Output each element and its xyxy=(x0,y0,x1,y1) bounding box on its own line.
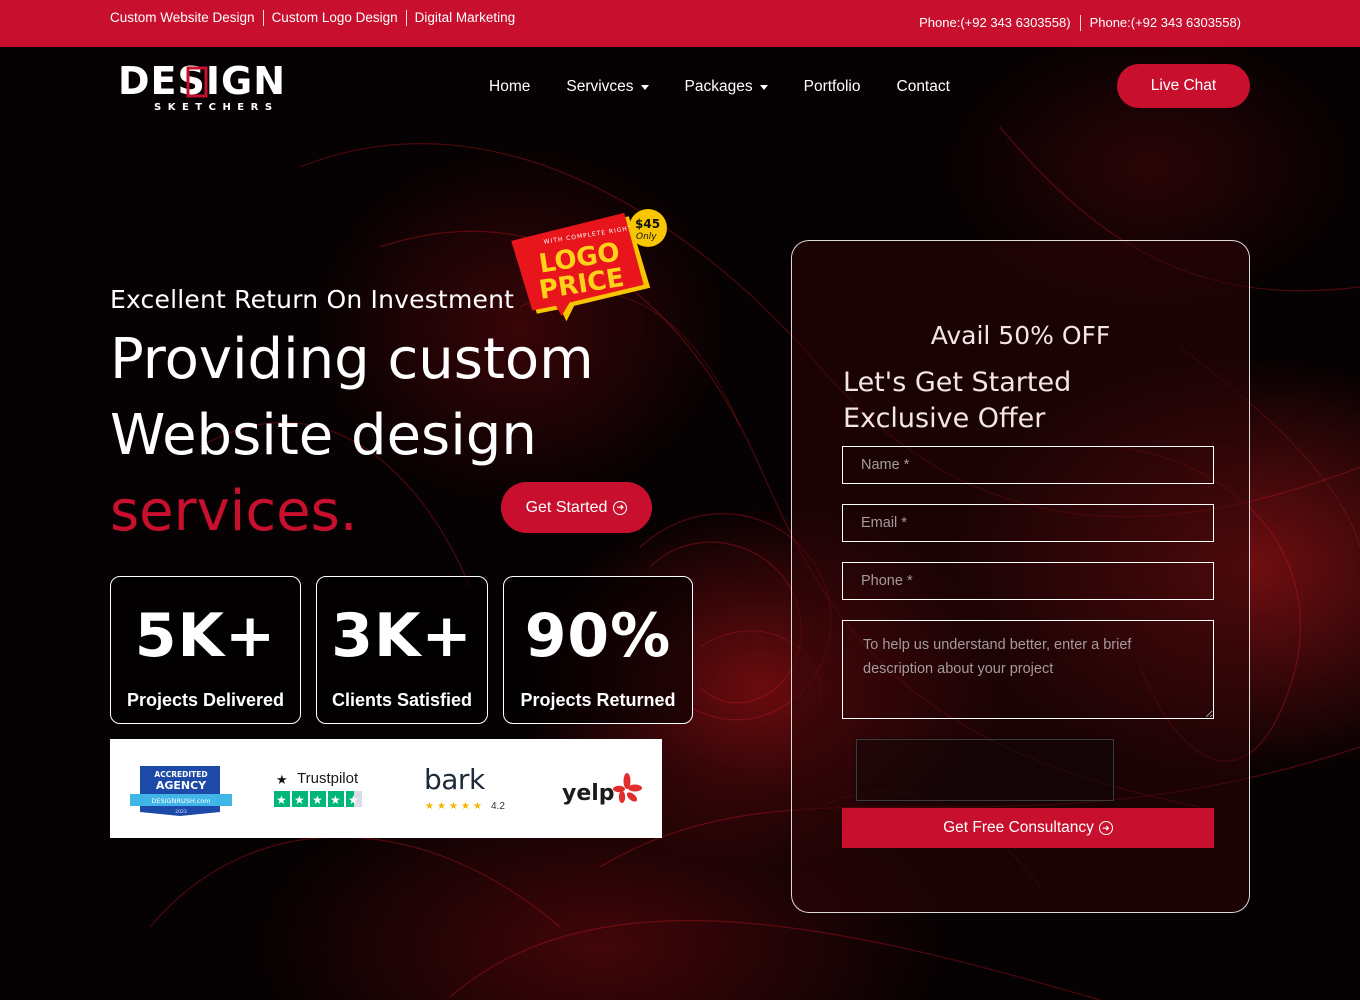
nav-item-packages[interactable]: Packages xyxy=(685,78,768,96)
trustpilot-logo[interactable]: ★ Trustpilot ★ ★ ★ ★ ★ xyxy=(274,770,362,807)
svg-text:bark: bark xyxy=(424,763,486,796)
hero-line-2: Website design xyxy=(110,403,537,468)
name-field[interactable] xyxy=(842,446,1214,484)
get-started-button[interactable]: Get Started ➜ xyxy=(501,482,652,533)
email-field[interactable] xyxy=(842,504,1214,542)
yelp-logo[interactable]: yelp xyxy=(562,773,642,806)
top-link-logo-design[interactable]: Custom Logo Design xyxy=(262,10,406,26)
caret-down-icon xyxy=(640,84,649,90)
svg-text:★: ★ xyxy=(449,801,458,812)
nav-item-portfolio[interactable]: Portfolio xyxy=(804,78,861,96)
phone-link-1[interactable]: Phone:(+92 343 6303558) xyxy=(910,15,1079,31)
top-bar: Custom Website Design Custom Logo Design… xyxy=(0,0,1360,47)
stat-card-clients-satisfied: 3K+ Clients Satisfied xyxy=(316,576,488,724)
svg-text:★: ★ xyxy=(276,793,287,807)
brand-logo[interactable]: DESIGN SKETCHERS xyxy=(118,59,328,114)
designrush-badge[interactable]: ACCREDITED AGENCY DESIGNRUSH.com 2023 xyxy=(130,766,232,816)
svg-text:4.2: 4.2 xyxy=(491,801,505,812)
svg-text:DESIGNRUSH.com: DESIGNRUSH.com xyxy=(151,797,210,805)
captcha-widget[interactable] xyxy=(856,739,1114,801)
star-icon: ★ xyxy=(276,773,288,788)
live-chat-button[interactable]: Live Chat xyxy=(1117,64,1250,108)
stat-value: 90% xyxy=(524,601,672,671)
brand-tagline: SKETCHERS xyxy=(154,102,279,113)
bark-logo[interactable]: bark ★ ★ ★ ★ ★ 4.2 xyxy=(424,763,505,812)
svg-text:AGENCY: AGENCY xyxy=(156,779,207,792)
svg-text:2023: 2023 xyxy=(175,809,187,815)
get-free-consultancy-button[interactable]: Get Free Consultancy ➜ xyxy=(842,808,1214,848)
trust-logos-strip: ACCREDITED AGENCY DESIGNRUSH.com 2023 ★ … xyxy=(110,739,662,838)
nav-item-home[interactable]: Home xyxy=(489,78,530,96)
arrow-right-circle-icon: ➜ xyxy=(1098,821,1113,835)
consultancy-label: Get Free Consultancy xyxy=(943,819,1094,836)
logo-price-badge[interactable]: WITH COMPLETE RIGHTS LOGO PRICE $45 Only xyxy=(508,206,670,324)
stat-value: 5K+ xyxy=(134,601,277,671)
caret-down-icon xyxy=(759,84,768,90)
stat-label: Projects Returned xyxy=(520,690,676,710)
svg-text:★: ★ xyxy=(294,793,305,807)
form-title-line-1: Let's Get Started xyxy=(843,367,1072,398)
svg-text:★: ★ xyxy=(425,801,434,812)
svg-text:★: ★ xyxy=(312,793,323,807)
offer-heading: Avail 50% OFF xyxy=(930,321,1111,350)
stat-label: Clients Satisfied xyxy=(331,690,473,710)
top-bar-phones: Phone:(+92 343 6303558) Phone:(+92 343 6… xyxy=(910,15,1250,31)
form-title-line-2: Exclusive Offer xyxy=(843,403,1046,434)
stat-card-projects-delivered: 5K+ Projects Delivered xyxy=(110,576,301,724)
top-link-digital-marketing[interactable]: Digital Marketing xyxy=(405,10,524,26)
svg-text:★: ★ xyxy=(437,801,446,812)
svg-text:yelp: yelp xyxy=(562,781,615,806)
top-link-website-design[interactable]: Custom Website Design xyxy=(110,10,263,26)
form-title: Let's Get Started Exclusive Offer xyxy=(843,365,1203,437)
badge-price: $45 xyxy=(635,217,660,231)
arrow-right-circle-icon: ➜ xyxy=(613,500,628,515)
hero-eyebrow: Excellent Return On Investment xyxy=(110,285,515,314)
svg-text:★: ★ xyxy=(461,801,470,812)
nav-item-contact[interactable]: Contact xyxy=(897,78,950,96)
get-started-label: Get Started xyxy=(525,498,608,516)
phone-link-2[interactable]: Phone:(+92 343 6303558) xyxy=(1079,15,1250,31)
stat-card-projects-returned: 90% Projects Returned xyxy=(503,576,693,724)
project-description-field[interactable] xyxy=(842,620,1214,719)
yelp-burst-icon xyxy=(613,773,642,803)
main-nav: Home Servivces Packages Portfolio Contac… xyxy=(489,78,986,96)
nav-item-services[interactable]: Servivces xyxy=(566,78,649,96)
svg-text:★: ★ xyxy=(473,801,482,812)
hero-line-1: Providing custom xyxy=(110,327,594,392)
svg-text:★: ★ xyxy=(348,793,359,807)
stat-label: Projects Delivered xyxy=(126,690,285,710)
lead-form-card: Avail 50% OFF Let's Get Started Exclusiv… xyxy=(791,240,1250,913)
badge-price-note: Only xyxy=(636,232,657,242)
svg-text:★: ★ xyxy=(330,793,341,807)
stat-value: 3K+ xyxy=(331,601,473,671)
svg-text:ACCREDITED: ACCREDITED xyxy=(154,770,207,779)
svg-text:Trustpilot: Trustpilot xyxy=(297,770,359,787)
top-bar-links: Custom Website Design Custom Logo Design… xyxy=(110,10,523,26)
phone-field[interactable] xyxy=(842,562,1214,600)
